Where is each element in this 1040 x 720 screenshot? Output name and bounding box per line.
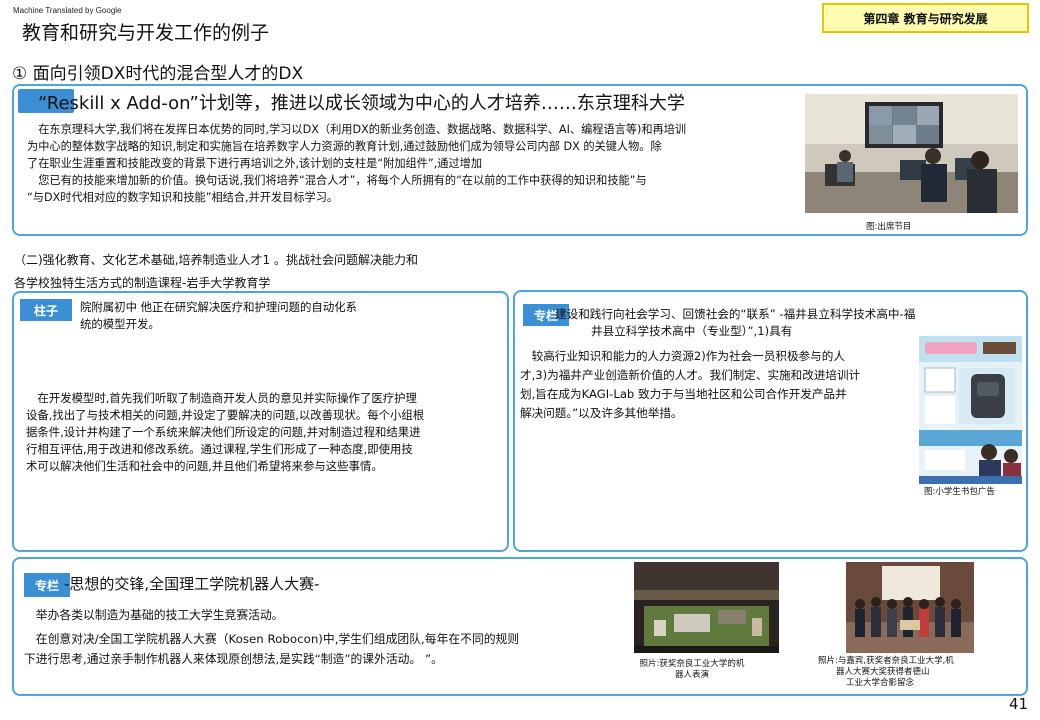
page-number: 41 xyxy=(1009,695,1029,713)
text-line: 解决问题。”以及许多其他举措。 xyxy=(520,406,683,420)
iwate-university-card: 柱子 院附属初中 他正在研究解决医疗和护理问题的自动化系 统的模型开发。 在开发… xyxy=(12,291,509,552)
award-group-photo xyxy=(846,562,974,653)
caption-line: 器人大赛大奖获得者德山 xyxy=(836,667,930,677)
text-line: 举办各类以制造为基础的技工大学生竞赛活动。 xyxy=(24,608,284,622)
chapter-badge: 第四章 教育与研究发展 xyxy=(822,3,1029,33)
photo-caption: 照片:获奖奈良工业大学的机 器人表演 xyxy=(625,659,759,681)
text-line: 行相互评估,用于改进和修改系统。通过课程,学生们形成了一种态度,即使用技 xyxy=(26,442,413,456)
photo-caption: 图:出席节目 xyxy=(866,222,912,232)
fukui-school-card: 专栏 建设和践行向社会学习、回馈社会的“联系” -福井县立科学技术高中-福 井县… xyxy=(513,290,1028,552)
text-line: 了在职业生涯重置和技能改变的背景下进行再培训之外,该计划的支柱是“附加组件”,通… xyxy=(27,157,483,170)
card-heading: “Reskill x Add-on”计划等，推进以成长领域为中心的人才培养……东… xyxy=(38,93,685,114)
classroom-photo xyxy=(805,94,1018,213)
card-intro: 院附属初中 他正在研究解决医疗和护理问题的自动化系 统的模型开发。 xyxy=(80,299,490,333)
school-bag-ad-image xyxy=(919,336,1022,484)
text-line: 才,3)为福井产业创造新价值的人才。我们制定、实施和改进培训计 xyxy=(520,368,861,382)
text-line: 设备,找出了与技术相关的问题,并设定了要解决的问题,以改善现状。每个小组根 xyxy=(26,408,425,422)
caption-line: 照片:与嘉宾,获奖者奈良工业大学,机 xyxy=(818,656,954,666)
page-title: 教育和研究与开发工作的例子 xyxy=(22,22,270,44)
card-heading: -思想的交锋,全国理工学院机器人大赛- xyxy=(64,575,320,593)
machine-translation-note: Machine Translated by Google xyxy=(13,6,122,15)
card-body: 较高行业知识和能力的人力资源2)作为社会一员积极参与的人 才,3)为福井产业创造… xyxy=(520,347,915,423)
tokyo-university-card: “Reskill x Add-on”计划等，推进以成长领域为中心的人才培养……东… xyxy=(12,84,1028,236)
text-line: 下进行思考,通过亲手制作机器人来体现原创想法,是实践“制造”的课外活动。 ”。 xyxy=(24,652,443,666)
caption-line: 器人表演 xyxy=(674,670,709,680)
card-body: 在开发模型时,首先我们听取了制造商开发人员的意见并实际操作了医疗护理 设备,找出… xyxy=(26,390,506,475)
section2-title: （二)强化教育、文化艺术基础,培养制造业人才1 。挑战社会问题解决能力和 各学校… xyxy=(14,249,418,295)
section-title: ① 面向引领DX时代的混合型人才的DX xyxy=(12,64,304,84)
title-line: （二)强化教育、文化艺术基础,培养制造业人才1 。挑战社会问题解决能力和 xyxy=(14,253,418,267)
text-line: 在创意对决/全国工学院机器人大赛（Kosen Robocon)中,学生们组成团队… xyxy=(24,632,520,646)
photo-caption: 照片:与嘉宾,获奖者奈良工业大学,机 器人大赛大奖获得者德山 工业大学合影留念 xyxy=(818,656,978,689)
card-body: 在东京理科大学,我们将在发挥日本优势的同时,学习以DX（利用DX的新业务创造、数… xyxy=(27,121,797,206)
text-line: 在开发模型时,首先我们听取了制造商开发人员的意见并实际操作了医疗护理 xyxy=(26,391,417,405)
robocon-card: 专栏 -思想的交锋,全国理工学院机器人大赛- 举办各类以制造为基础的技工大学生竞… xyxy=(12,557,1028,696)
photo-caption: 图:小学生书包广告 xyxy=(924,487,995,497)
text-line: 为中心的整体数字战略的知识,制定和实施旨在培养数字人力资源的教育计划,通过鼓励他… xyxy=(27,140,662,153)
text-line: 您已有的技能来增加新的价值。换句话说,我们将培养“混合人才”，将每个人所拥有的“… xyxy=(27,174,647,187)
text-line: 据条件,设计并构建了一个系统来解决他们所设定的问题,并对制造过程和结果进 xyxy=(26,425,421,439)
caption-line: 工业大学合影留念 xyxy=(846,678,915,688)
card-heading: 建设和践行向社会学习、回馈社会的“联系” -福井县立科学技术高中-福 井县立科学… xyxy=(555,306,1015,340)
text-line: 划,旨在成为KAGI-Lab 致力于与当地社区和公司合作开发产品并 xyxy=(520,387,847,401)
robot-performance-photo xyxy=(634,562,779,653)
text-line: 院附属初中 他正在研究解决医疗和护理问题的自动化系 xyxy=(80,300,357,314)
card-body: 举办各类以制造为基础的技工大学生竞赛活动。 在创意对决/全国工学院机器人大赛（K… xyxy=(24,605,624,669)
text-line: “与DX时代相对应的数字知识和技能”相结合,并开发目标学习。 xyxy=(27,191,339,204)
text-line: 统的模型开发。 xyxy=(80,317,160,331)
pillar-tag: 柱子 xyxy=(20,299,72,321)
text-line: 较高行业知识和能力的人力资源2)作为社会一员积极参与的人 xyxy=(520,349,845,363)
caption-line: 照片:获奖奈良工业大学的机 xyxy=(639,659,745,669)
heading-line: 建设和践行向社会学习、回馈社会的“联系” -福井县立科学技术高中-福 xyxy=(555,307,916,321)
text-line: 术可以解决他们生活和社会中的问题,并且他们希望将来参与这些事情。 xyxy=(26,459,383,473)
text-line: 在东京理科大学,我们将在发挥日本优势的同时,学习以DX（利用DX的新业务创造、数… xyxy=(27,123,687,136)
